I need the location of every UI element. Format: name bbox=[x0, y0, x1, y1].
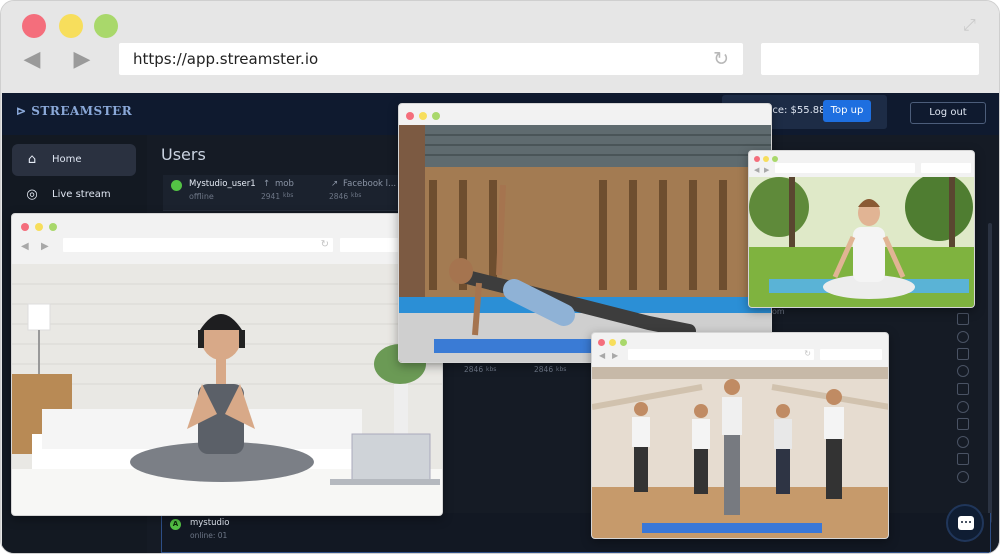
page-title: Users bbox=[161, 145, 206, 164]
user-avatar-badge: A bbox=[170, 519, 181, 530]
address-bar[interactable]: https://app.streamster.io ↻ bbox=[119, 43, 743, 75]
log-out-button[interactable]: Log out bbox=[910, 102, 986, 124]
bitrate-value: 2846 bbox=[534, 365, 554, 374]
address-bar[interactable]: ↻ bbox=[628, 349, 814, 360]
scrollbar[interactable] bbox=[988, 223, 992, 523]
online-status-dot bbox=[171, 180, 182, 191]
back-arrow-icon[interactable]: ◀ bbox=[599, 350, 605, 362]
video-preview bbox=[592, 367, 888, 538]
minimize-window-button[interactable] bbox=[609, 339, 616, 346]
bitrate-value: 2941 bbox=[261, 192, 281, 201]
sidebar-item-label: Home bbox=[52, 154, 82, 165]
browser-search-field[interactable] bbox=[820, 349, 882, 360]
close-window-button[interactable] bbox=[598, 339, 605, 346]
forward-arrow-icon[interactable]: ▶ bbox=[764, 164, 769, 176]
chat-button[interactable] bbox=[946, 504, 984, 542]
truncated-text: om bbox=[772, 307, 785, 316]
broadcast-icon: ◎ bbox=[26, 187, 38, 202]
edit-icon[interactable] bbox=[957, 453, 969, 465]
address-bar[interactable]: ↻ bbox=[63, 238, 333, 252]
settings-icon[interactable] bbox=[957, 331, 969, 343]
bitrate-value: 2846 bbox=[329, 192, 349, 201]
yoga-home-scene bbox=[12, 264, 442, 515]
settings-icon[interactable] bbox=[957, 365, 969, 377]
bitrate-value: 2846 bbox=[464, 365, 484, 374]
user-name: mystudio bbox=[190, 518, 230, 528]
video-preview bbox=[749, 177, 974, 307]
mini-browser-window[interactable]: ◀ ▶ ↻ bbox=[11, 213, 443, 516]
bitrate-unit: kbs bbox=[283, 192, 294, 199]
logo-text: STREAMSTER bbox=[31, 104, 133, 118]
close-window-button[interactable] bbox=[21, 223, 29, 231]
sidebar-item-label: Live stream bbox=[52, 189, 111, 200]
park-meditation-scene bbox=[749, 177, 974, 307]
sidebar-item-home[interactable]: ⌂ Home bbox=[12, 144, 136, 176]
video-preview bbox=[12, 264, 442, 515]
reload-icon[interactable]: ↻ bbox=[804, 348, 811, 360]
url-text: https://app.streamster.io bbox=[133, 50, 319, 68]
maximize-window-button[interactable] bbox=[49, 223, 57, 231]
stream-target: mob bbox=[275, 179, 294, 189]
forward-arrow-icon[interactable]: ▶ bbox=[612, 350, 618, 362]
browser-toolbar: ◀ ▶ https://app.streamster.io ↻ ⤢ bbox=[1, 1, 999, 93]
bitrate-unit: kbs bbox=[486, 366, 497, 373]
fullscreen-icon[interactable]: ⤢ bbox=[963, 15, 983, 34]
back-arrow-icon[interactable]: ◀ bbox=[754, 164, 759, 176]
streamster-logo[interactable]: ⊳ STREAMSTER bbox=[16, 104, 132, 118]
edit-icon[interactable] bbox=[957, 383, 969, 395]
top-up-button[interactable]: Top up bbox=[823, 100, 871, 122]
sidebar-item-live-stream[interactable]: ◎ Live stream bbox=[12, 179, 136, 211]
mini-browser-window[interactable]: ◀ ▶ ↻ bbox=[591, 332, 889, 539]
edit-icon[interactable] bbox=[957, 348, 969, 360]
mini-browser-window[interactable]: ◀ ▶ bbox=[748, 150, 975, 308]
maximize-window-button[interactable] bbox=[772, 156, 778, 162]
up-arrow-icon: ↑ bbox=[263, 179, 271, 189]
edit-icon[interactable] bbox=[957, 313, 969, 325]
home-icon: ⌂ bbox=[27, 152, 37, 167]
reload-icon[interactable]: ↻ bbox=[321, 239, 329, 251]
settings-icon[interactable] bbox=[957, 471, 969, 483]
video-preview bbox=[399, 125, 771, 362]
minimize-window-button[interactable] bbox=[59, 14, 83, 38]
edit-icon[interactable] bbox=[957, 418, 969, 430]
maximize-window-button[interactable] bbox=[432, 112, 440, 120]
bitrate-unit: kbs bbox=[351, 192, 362, 199]
stream-platform: Facebook l... bbox=[343, 179, 397, 189]
settings-icon[interactable] bbox=[957, 401, 969, 413]
forward-arrow-icon[interactable]: ▶ bbox=[71, 47, 93, 73]
user-name: Mystudio_user1 bbox=[189, 179, 256, 189]
side-plank-scene bbox=[399, 125, 771, 362]
browser-search-field[interactable] bbox=[921, 163, 971, 173]
forward-arrow-icon[interactable]: ▶ bbox=[41, 241, 49, 253]
maximize-window-button[interactable] bbox=[620, 339, 627, 346]
minimize-window-button[interactable] bbox=[419, 112, 427, 120]
chat-bubble-icon bbox=[958, 516, 974, 530]
address-bar[interactable] bbox=[775, 163, 915, 173]
minimize-window-button[interactable] bbox=[35, 223, 43, 231]
arrow-up-right-icon: ↗ bbox=[331, 179, 339, 189]
user-status: offline bbox=[189, 192, 214, 201]
browser-search-field[interactable] bbox=[761, 43, 979, 75]
minimize-window-button[interactable] bbox=[763, 156, 769, 162]
bitrate-unit: kbs bbox=[556, 366, 567, 373]
outer-browser-window: ◀ ▶ https://app.streamster.io ↻ ⤢ ⊳ STRE… bbox=[0, 0, 1000, 554]
back-arrow-icon[interactable]: ◀ bbox=[21, 241, 29, 253]
close-window-button[interactable] bbox=[406, 112, 414, 120]
user-status: online: 01 bbox=[190, 531, 228, 540]
back-arrow-icon[interactable]: ◀ bbox=[21, 47, 43, 73]
close-window-button[interactable] bbox=[22, 14, 46, 38]
close-window-button[interactable] bbox=[754, 156, 760, 162]
reload-icon[interactable]: ↻ bbox=[713, 48, 729, 70]
mini-browser-window[interactable] bbox=[398, 103, 772, 363]
settings-icon[interactable] bbox=[957, 436, 969, 448]
group-yoga-scene bbox=[592, 367, 888, 538]
maximize-window-button[interactable] bbox=[94, 14, 118, 38]
balance-text: nce: $55.88 bbox=[766, 105, 826, 116]
logo-mark-icon: ⊳ bbox=[16, 104, 27, 118]
